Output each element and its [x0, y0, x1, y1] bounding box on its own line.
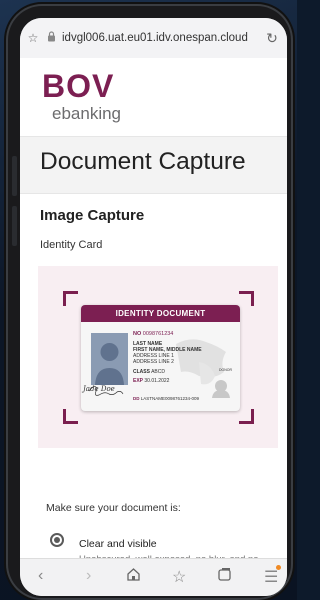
bov-logo: BOV ebanking — [42, 70, 121, 124]
notification-dot — [276, 565, 281, 570]
logo-ebanking: ebanking — [52, 104, 122, 123]
frame-corner-tr — [239, 291, 254, 306]
id-no-label: NO — [133, 331, 142, 337]
id-card-header: IDENTITY DOCUMENT — [81, 305, 240, 322]
phone-screen: ☆ idvgl006.uat.eu01.idv.onespan.cloud ↻ … — [20, 18, 287, 596]
frame-corner-br — [239, 409, 254, 424]
checklist-bullet — [50, 533, 64, 547]
address-bar[interactable]: ☆ idvgl006.uat.eu01.idv.onespan.cloud ↻ — [20, 18, 287, 58]
instruction-item-title: Clear and visible — [79, 538, 157, 550]
instructions-heading: Make sure your document is: — [46, 502, 181, 514]
id-exp-value: 30.01.2022 — [144, 378, 170, 384]
document-type: Identity Card — [40, 239, 103, 251]
id-dd-value: LASTNAME0098761234-009 — [140, 396, 200, 401]
id-dd-label: DD — [133, 396, 140, 401]
id-class-value: ABCD — [151, 369, 165, 375]
back-icon[interactable]: ‹ — [38, 567, 43, 585]
id-signature: Jade Doe — [83, 385, 115, 393]
menu-icon[interactable]: ☰ — [264, 567, 278, 587]
volume-button — [12, 156, 17, 196]
favorites-icon[interactable]: ☆ — [172, 567, 186, 587]
id-class-label: CLASS — [133, 369, 150, 375]
section-title: Image Capture — [40, 207, 145, 224]
home-icon[interactable] — [126, 567, 141, 587]
frame-corner-bl — [63, 409, 78, 424]
page-title: Document Capture — [40, 148, 246, 175]
id-card-sample: IDENTITY DOCUMENT NO 0098761234 LAST NAM… — [81, 305, 240, 411]
id-donor: DONOR — [219, 368, 233, 372]
id-no-value: 0098761234 — [142, 331, 174, 337]
power-button — [12, 206, 17, 246]
reload-icon[interactable]: ↻ — [263, 30, 281, 47]
id-exp-label: EXP — [133, 378, 144, 384]
frame-corner-tl — [63, 291, 78, 306]
star-icon[interactable]: ☆ — [24, 31, 42, 45]
url-text[interactable]: idvgl006.uat.eu01.idv.onespan.cloud — [62, 32, 263, 44]
id-address-2: ADDRESS LINE 2 — [133, 359, 174, 365]
forward-icon[interactable]: › — [86, 567, 91, 585]
tabs-icon[interactable] — [217, 567, 232, 587]
browser-bottom-bar: ‹ › ☆ ☰ — [20, 558, 287, 596]
logo-brand: BOV — [42, 68, 115, 104]
lock-icon — [42, 31, 60, 45]
